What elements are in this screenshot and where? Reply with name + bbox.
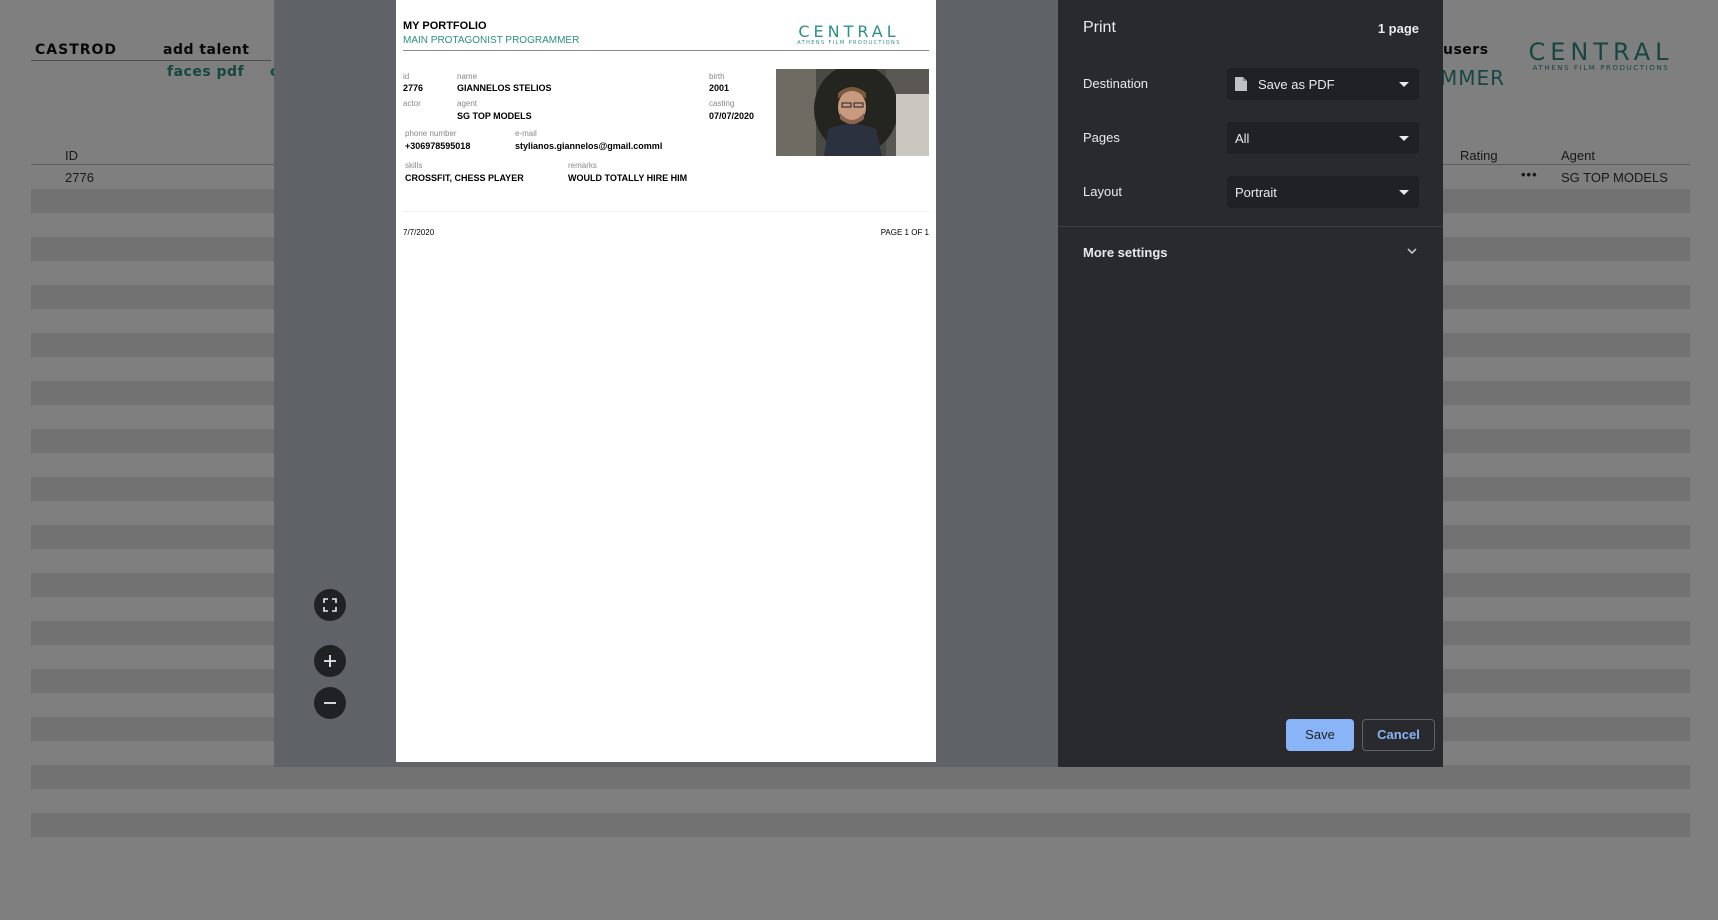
- field-label-remarks: remarks: [568, 161, 597, 170]
- preview-footer-divider: [403, 211, 929, 212]
- field-label-id: id: [403, 72, 410, 81]
- field-value-casting: 07/07/2020: [709, 111, 755, 121]
- layout-label: Layout: [1083, 184, 1123, 199]
- preview-logo-wordmark: CENTRAL: [798, 22, 900, 41]
- file-icon: [1235, 77, 1247, 91]
- field-label-email: e-mail: [515, 129, 537, 138]
- print-preview-area: MY PORTFOLIO MAIN PROTAGONIST PROGRAMMER…: [274, 0, 1058, 767]
- fit-to-page-button[interactable]: [314, 589, 346, 621]
- field-label-skills: skills: [405, 161, 423, 170]
- field-label-casting: casting: [709, 99, 735, 108]
- fit-to-page-icon: [323, 598, 337, 612]
- more-settings-label: More settings: [1083, 245, 1168, 260]
- cancel-button[interactable]: Cancel: [1362, 719, 1435, 751]
- field-label-phone: phone number: [405, 129, 457, 138]
- layout-select[interactable]: Portrait: [1227, 176, 1419, 208]
- print-dialog: MY PORTFOLIO MAIN PROTAGONIST PROGRAMMER…: [274, 0, 1443, 767]
- preview-subtitle: MAIN PROTAGONIST PROGRAMMER: [403, 35, 580, 46]
- field-label-birth: birth: [709, 72, 725, 81]
- pages-select[interactable]: All: [1227, 122, 1419, 154]
- field-value-email: stylianos.giannelos@gmail.comml: [515, 141, 663, 151]
- destination-label: Destination: [1083, 76, 1149, 91]
- pages-value: All: [1235, 131, 1250, 146]
- zoom-out-icon: [324, 702, 336, 704]
- zoom-out-button[interactable]: [314, 687, 346, 719]
- chevron-down-icon: [1399, 82, 1409, 87]
- destination-value: Save as PDF: [1258, 77, 1335, 92]
- field-value-name: GIANNELOS STELIOS: [457, 83, 552, 93]
- preview-footer-page-number: PAGE 1 OF 1: [880, 228, 929, 237]
- field-value-phone: +306978595018: [405, 141, 471, 151]
- chevron-down-icon: [1399, 136, 1409, 141]
- preview-central-logo: CENTRAL ATHENS FILM PRODUCTIONS: [769, 24, 929, 46]
- field-value-agent: SG TOP MODELS: [457, 111, 532, 121]
- zoom-in-icon: [324, 655, 336, 667]
- field-value-remarks: WOULD TOTALLY HIRE HIM: [568, 173, 688, 183]
- preview-page: MY PORTFOLIO MAIN PROTAGONIST PROGRAMMER…: [396, 0, 936, 762]
- field-value-role: actor: [403, 99, 421, 108]
- talent-photo: [776, 69, 929, 156]
- field-label-agent: agent: [457, 99, 478, 108]
- settings-divider: [1058, 226, 1443, 227]
- field-value-id: 2776: [403, 83, 424, 93]
- field-value-skills: CROSSFIT, CHESS PLAYER: [405, 173, 524, 183]
- field-value-birth: 2001: [709, 83, 730, 93]
- talent-photo-image: [776, 69, 929, 156]
- print-title: Print: [1083, 19, 1116, 36]
- preview-title: MY PORTFOLIO: [403, 20, 487, 32]
- page-count: 1 page: [1377, 21, 1419, 36]
- chevron-down-icon: [1399, 190, 1409, 195]
- preview-footer-date: 7/7/2020: [403, 228, 435, 237]
- zoom-in-button[interactable]: [314, 645, 346, 677]
- layout-value: Portrait: [1235, 185, 1277, 200]
- more-settings-toggle[interactable]: More settings: [1058, 236, 1443, 268]
- chevron-down-icon: [1407, 248, 1417, 255]
- pages-label: Pages: [1083, 130, 1120, 145]
- field-label-name: name: [457, 72, 478, 81]
- destination-select[interactable]: Save as PDF: [1227, 68, 1419, 100]
- save-button[interactable]: Save: [1286, 719, 1354, 751]
- print-settings-panel: Print 1 page Destination Save as PDF Pag…: [1058, 0, 1443, 767]
- preview-header-divider: [403, 50, 929, 51]
- preview-logo-tagline: ATHENS FILM PRODUCTIONS: [797, 40, 901, 46]
